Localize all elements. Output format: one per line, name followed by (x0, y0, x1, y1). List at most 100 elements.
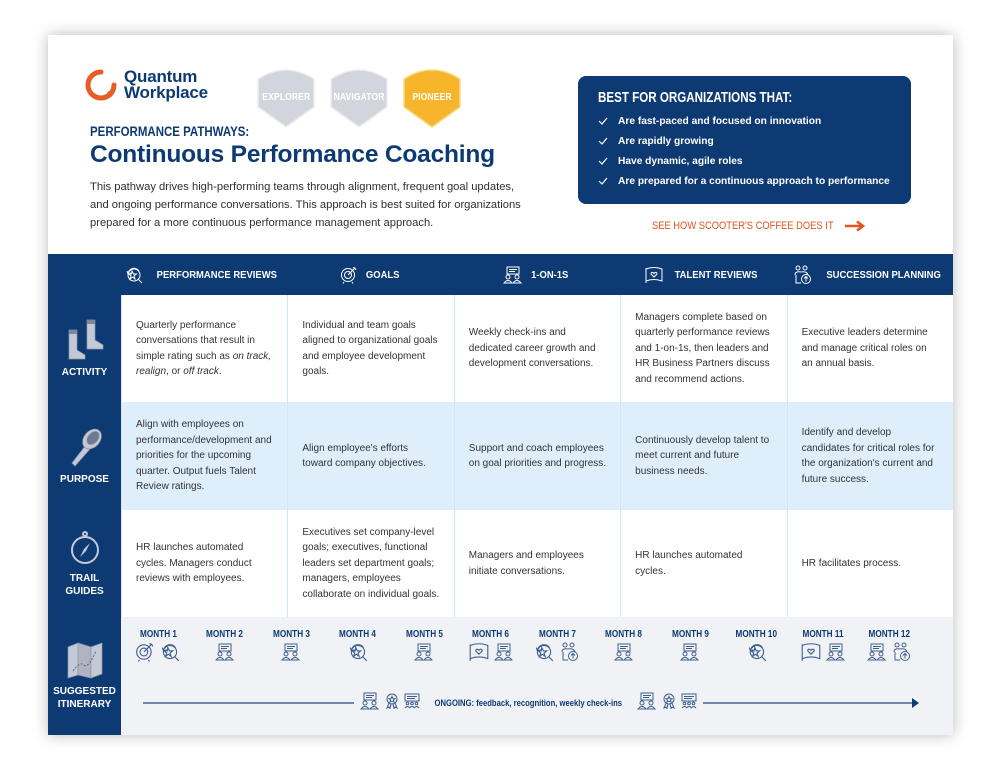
badge-explorer[interactable]: EXPLORER (252, 65, 320, 129)
table-row-activity: ACTIVITY Quarterly performance conversat… (48, 295, 953, 402)
itinerary-month: MONTH 4 (328, 629, 388, 667)
table-cell: Align employee's efforts toward company … (287, 402, 454, 510)
column-one-on-ones: 1-ON-1S (454, 254, 620, 295)
row-label-itinerary: SUGGESTED ITINERARY (48, 617, 121, 735)
best-for-title: BEST FOR ORGANIZATIONS THAT: (598, 90, 793, 106)
month-icons (800, 642, 846, 667)
best-for-item-text: Are rapidly growing (618, 135, 714, 147)
itinerary-month: MONTH 10 (727, 629, 787, 667)
month-label: MONTH 6 (472, 629, 509, 640)
logo-mark-icon (85, 69, 117, 101)
month-icons (280, 642, 301, 667)
month-label: MONTH 8 (605, 629, 642, 640)
boots-icon (68, 319, 103, 360)
column-goals: GOALS (287, 254, 453, 295)
ongoing-timeline: ONGOING: feedback, recognition, weekly c… (143, 691, 919, 716)
month-label: MONTH 4 (339, 629, 376, 640)
column-label: PERFORMANCE REVIEWS (157, 268, 278, 281)
badge-label: EXPLORER (261, 91, 311, 103)
row-label-text: PURPOSE (60, 473, 109, 485)
month-icons (746, 642, 768, 667)
month-icons (679, 642, 700, 667)
pathway-badges: EXPLORER NAVIGATOR PIONEER (252, 65, 466, 129)
quantum-workplace-logo: Quantum Workplace (84, 68, 208, 102)
table-cell: HR launches automated cycles. Managers c… (121, 510, 288, 617)
performance-review-icon (746, 642, 768, 667)
timeline-line (702, 702, 914, 704)
month-icons (135, 642, 181, 667)
timeline-arrow-icon (912, 698, 919, 708)
checkmark-icon (598, 137, 614, 145)
checkmark-icon (598, 157, 614, 165)
itinerary-month: MONTH 5 (394, 629, 454, 667)
month-icons (866, 642, 913, 667)
month-icons (468, 642, 514, 667)
page-title: Continuous Performance Coaching (90, 141, 495, 168)
badge-navigator[interactable]: NAVIGATOR (325, 65, 393, 129)
best-for-item: Are prepared for a continuous approach t… (598, 171, 911, 191)
compass-icon (70, 530, 99, 564)
itinerary-timeline: MONTH 1 MONTH 2 MONTH 3 MONTH 4 MONTH 5 MONTH… (121, 617, 953, 735)
succession-planning-icon (559, 642, 581, 667)
one-on-one-icon (679, 642, 700, 667)
best-for-item-text: Are fast-paced and focused on innovation (618, 115, 822, 127)
checkin-icon (360, 691, 380, 716)
performance-review-icon (533, 642, 555, 667)
badge-label: PIONEER (412, 91, 452, 103)
table-row-trail-guides: TRAIL GUIDES HR launches automated cycle… (48, 510, 953, 617)
logo-wordmark: Quantum Workplace (124, 68, 208, 102)
column-talent-reviews: TALENT REVIEWS (620, 254, 786, 295)
scooters-coffee-link[interactable]: SEE HOW SCOOTER'S COFFEE DOES IT (652, 220, 866, 232)
itinerary-month: MONTH 6 (461, 629, 521, 667)
talent-review-flag-icon (800, 642, 822, 667)
itinerary-month: MONTH 3 (261, 629, 321, 667)
column-succession-planning: SUCCESSION PLANNING (787, 254, 953, 295)
one-on-one-icon (866, 642, 887, 667)
one-on-one-icon (413, 642, 434, 667)
one-on-one-icon (280, 642, 301, 667)
itinerary-month: MONTH 12 (860, 629, 920, 667)
month-label: MONTH 7 (538, 629, 576, 640)
table-corner (48, 254, 121, 295)
performance-review-icon (159, 642, 181, 667)
itinerary-month: MONTH 9 (660, 629, 720, 667)
month-label: MONTH 5 (405, 629, 443, 640)
map-icon (67, 642, 102, 679)
itinerary-month: MONTH 11 (793, 629, 853, 667)
column-label: 1-ON-1S (531, 268, 569, 281)
pathway-table: PERFORMANCE REVIEWS GOALS 1-ON-1S TALENT… (48, 254, 953, 735)
badge-label: NAVIGATOR (333, 91, 385, 103)
month-label: MONTH 11 (802, 629, 844, 640)
table-cell: Quarterly performance conversations that… (121, 295, 288, 402)
ongoing-label: ONGOING: feedback, recognition, weekly c… (434, 698, 623, 708)
succession-planning-icon (891, 642, 913, 667)
performance-review-icon (347, 642, 369, 667)
feedback-icon (681, 693, 697, 714)
row-label-text: ACTIVITY (61, 367, 108, 378)
column-label: GOALS (365, 268, 400, 281)
checkmark-icon (598, 117, 614, 125)
row-label-text: ITINERARY (57, 699, 112, 710)
month-icons (533, 642, 581, 667)
column-label: SUCCESSION PLANNING (826, 268, 941, 281)
badge-pioneer[interactable]: PIONEER (398, 65, 466, 129)
table-header: PERFORMANCE REVIEWS GOALS 1-ON-1S TALENT… (48, 254, 953, 295)
best-for-panel: BEST FOR ORGANIZATIONS THAT: Are fast-pa… (578, 76, 911, 204)
one-on-one-icon (613, 642, 634, 667)
column-performance-reviews: PERFORMANCE REVIEWS (121, 254, 287, 295)
performance-review-icon (126, 267, 143, 283)
table-row-purpose: PURPOSE Align with employees on performa… (48, 402, 953, 510)
cell-text-rich: Quarterly performance conversations that… (136, 319, 272, 378)
column-label: TALENT REVIEWS (674, 268, 758, 281)
pathway-page: Quantum Workplace EXPLORER NAVIGATOR PIO… (48, 35, 953, 735)
goal-target-icon (135, 642, 155, 667)
flashlight-icon (71, 428, 102, 467)
itinerary-month: MONTH 1 (128, 629, 188, 667)
ongoing-label-group: ONGOING: feedback, recognition, weekly c… (354, 691, 703, 716)
best-for-item: Have dynamic, agile roles (598, 151, 911, 171)
logo-line-2: Workplace (124, 83, 208, 102)
succession-planning-icon (794, 265, 812, 284)
best-for-item-text: Have dynamic, agile roles (618, 155, 743, 167)
month-label: MONTH 12 (868, 629, 911, 640)
recognition-icon (384, 693, 400, 714)
